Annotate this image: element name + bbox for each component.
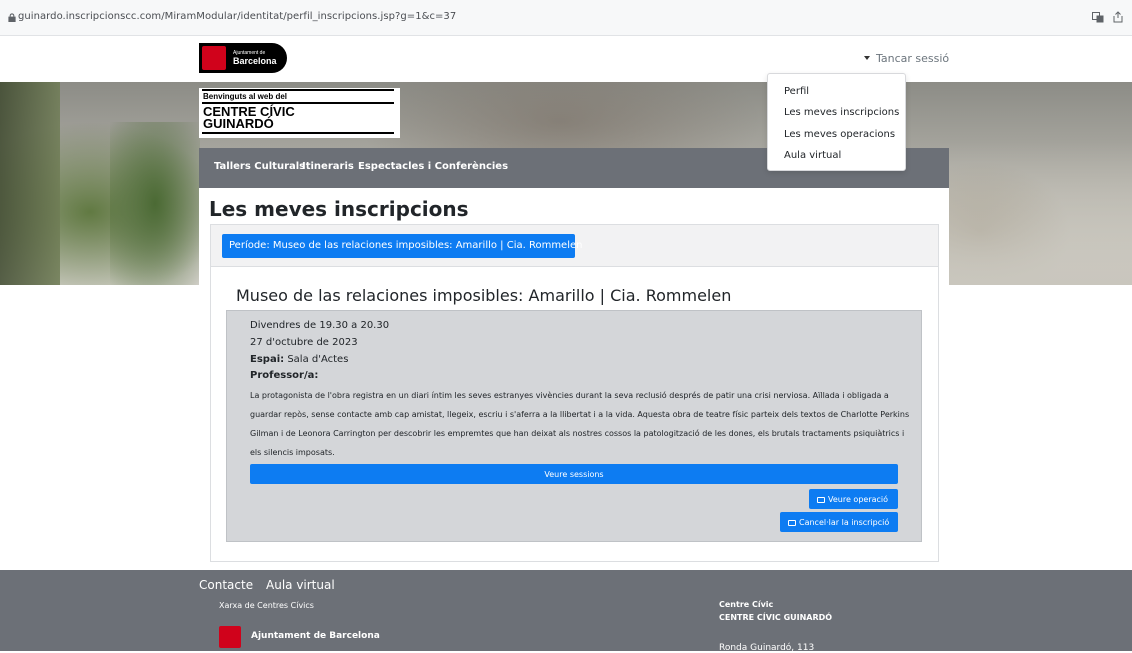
professor-label: Professor/a: — [250, 370, 319, 381]
site-header — [0, 36, 1132, 82]
footer-centre-name: CENTRE CÍVIC GUINARDÓ — [719, 613, 833, 622]
site-footer: Contacte Aula virtual Xarxa de Centres C… — [0, 570, 1132, 653]
nav-tallers-culturals[interactable]: Tallers Culturals — [214, 161, 305, 172]
cancel-inscription-button[interactable]: Cancel·lar la inscripció — [780, 512, 898, 532]
event-professor: Professor/a: — [250, 370, 318, 381]
view-operation-button[interactable]: Veure operació — [809, 489, 898, 509]
translate-icon[interactable] — [1092, 12, 1104, 23]
menu-item-inscripcions[interactable]: Les meves inscripcions — [784, 107, 899, 118]
event-title: Museo de las relaciones imposibles: Amar… — [236, 286, 732, 305]
nav-itineraris[interactable]: Itineraris — [302, 161, 354, 172]
view-operation-label: Veure operació — [828, 495, 889, 504]
menu-item-aula-virtual[interactable]: Aula virtual — [784, 150, 841, 161]
logout-label: Tancar sessió — [876, 52, 950, 65]
browser-address-bar[interactable]: guinardo.inscripcionscc.com/MiramModular… — [0, 0, 1132, 36]
barcelona-shield-icon — [202, 46, 226, 70]
space-value: Sala d'Actes — [287, 354, 349, 365]
hero-tree-mid — [110, 122, 200, 285]
event-date: 27 d'octubre de 2023 — [250, 337, 358, 348]
menu-item-operacions[interactable]: Les meves operacions — [784, 129, 895, 140]
welcome-text: Benvinguts al web del — [203, 92, 288, 101]
hero-walkway — [940, 142, 1132, 285]
centre-name-line-2: GUINARDÓ — [203, 116, 274, 131]
logo-line-2: Barcelona — [233, 56, 277, 66]
share-icon[interactable] — [1112, 11, 1124, 23]
centre-title-box: Benvinguts al web del CENTRE CÍVIC GUINA… — [199, 88, 400, 138]
page-title: Les meves inscripcions — [209, 197, 469, 221]
footer-link-aula-virtual[interactable]: Aula virtual — [266, 578, 335, 592]
ajuntament-logo[interactable]: Ajuntament de Barcelona — [199, 43, 287, 73]
footer-address: Ronda Guinardó, 113 — [719, 643, 815, 653]
title-rule-top — [202, 89, 394, 91]
print-icon — [817, 497, 825, 503]
user-menu-dropdown: Perfil Les meves inscripcions Les meves … — [767, 73, 906, 171]
event-space: Espai: Sala d'Actes — [250, 354, 348, 365]
logout-dropdown-toggle[interactable]: Tancar sessió — [864, 52, 949, 65]
hero-tree-left — [0, 82, 60, 285]
event-description: La protagonista de l'obra registra en un… — [250, 391, 910, 457]
footer-centre-label: Centre Cívic — [719, 600, 774, 609]
caret-down-icon — [864, 56, 870, 60]
view-sessions-button[interactable]: Veure sessions — [250, 464, 898, 484]
event-schedule: Divendres de 19.30 a 20.30 — [250, 320, 390, 331]
nav-espectacles[interactable]: Espectacles i Conferències — [358, 161, 508, 172]
title-rule-bottom — [202, 132, 394, 134]
footer-network: Xarxa de Centres Cívics — [219, 601, 314, 610]
cancel-inscription-label: Cancel·lar la inscripció — [799, 518, 890, 527]
lock-icon — [8, 13, 16, 22]
barcelona-shield-icon — [219, 626, 241, 648]
print-icon — [788, 520, 796, 526]
period-button[interactable]: Període: Museo de las relaciones imposib… — [222, 234, 582, 258]
url-text[interactable]: guinardo.inscripcionscc.com/MiramModular… — [18, 11, 456, 22]
footer-ajuntament[interactable]: Ajuntament de Barcelona — [251, 631, 380, 641]
space-label: Espai: — [250, 354, 285, 365]
menu-item-perfil[interactable]: Perfil — [784, 86, 809, 97]
footer-link-contacte[interactable]: Contacte — [199, 578, 253, 592]
